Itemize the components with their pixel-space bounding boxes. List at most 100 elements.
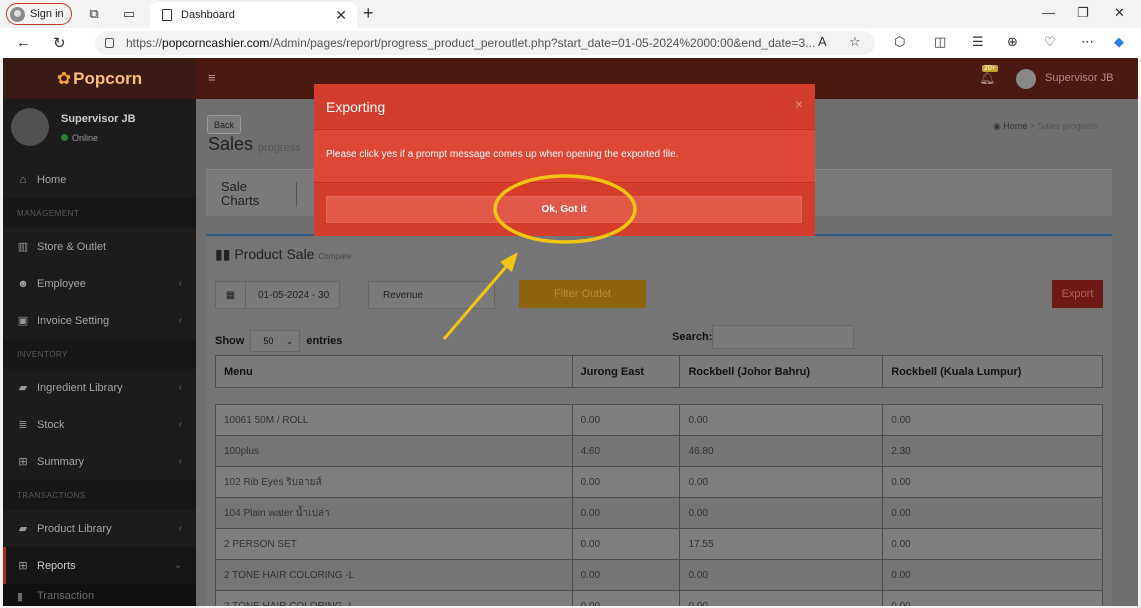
metric-select[interactable]: Revenue (368, 281, 495, 309)
favorite-star-icon[interactable]: ☆ (849, 34, 861, 50)
sidebar-item-label: Summary (37, 455, 85, 468)
collections-icon[interactable]: ⊕ (1007, 34, 1018, 50)
sidebar-subitem-transaction[interactable]: ▮ Transaction (3, 584, 196, 606)
table-cell: 10061 50M / ROLL (215, 404, 573, 436)
sidebar-item-label: Employee (37, 277, 86, 290)
close-icon[interactable]: × (795, 96, 803, 112)
entries-select[interactable]: 50 ⌄ (250, 330, 301, 352)
back-button[interactable]: Back (207, 115, 241, 134)
table-cell: 0.00 (679, 404, 884, 436)
breadcrumb-home[interactable]: Home (1003, 121, 1027, 131)
dashboard-icon: ◉ (993, 121, 1001, 131)
bar-chart-icon: ▮▮ (215, 246, 231, 262)
date-range-picker[interactable]: ▦ 01-05-2024 - 30 (215, 281, 340, 309)
user-status: Online (61, 133, 98, 143)
chevron-left-icon: ‹ (178, 456, 182, 467)
table-icon: ⊞ (18, 560, 28, 572)
user-avatar[interactable] (1016, 69, 1036, 89)
charts-divider (296, 182, 297, 207)
sidebar-item-invoice-setting[interactable]: ▣ Invoice Setting ‹ (3, 302, 196, 339)
more-menu-icon[interactable]: ⋯ (1081, 34, 1094, 50)
bell-icon[interactable]: 🔔︎ (979, 70, 996, 86)
user-menu[interactable]: Supervisor JB (1045, 72, 1113, 84)
minimize-icon[interactable]: — (1042, 5, 1055, 20)
product-sale-heading: Product Sale (234, 246, 315, 262)
card-icon: ▣ (17, 315, 29, 327)
ok-got-it-button[interactable]: Ok, Got it (326, 196, 802, 223)
table-cell: 46.80 (679, 435, 884, 467)
column-header-menu[interactable]: Menu (215, 355, 573, 388)
breadcrumb-separator: > (1029, 121, 1036, 131)
sidebar-item-product-library[interactable]: ▰ Product Library ‹ (3, 510, 196, 547)
refresh-icon[interactable]: ↻ (53, 34, 66, 52)
sidebar: ✿ Popcorn Supervisor JB Online ⌂ Home MAN… (3, 58, 196, 606)
table-row: 100plus 4.60 46.80 2.30 (215, 435, 1103, 467)
table-cell: 0.00 (882, 497, 1103, 529)
restore-icon[interactable]: ❐ (1077, 5, 1089, 21)
url-field[interactable]: https://popcorncashier.com/Admin/pages/r… (95, 31, 875, 55)
table-cell: 17.55 (679, 528, 884, 560)
tab-actions-icon[interactable]: ▭ (121, 6, 137, 22)
compare-link[interactable]: Compare (318, 252, 351, 261)
table-row: 2 TONE HAIR COLORING -L 0.00 0.00 0.00 (215, 590, 1103, 606)
new-tab-icon[interactable]: + (363, 3, 374, 24)
table-cell: 0.00 (882, 590, 1103, 606)
extensions-icon[interactable]: ⬡ (894, 34, 905, 50)
home-icon: ⌂ (19, 173, 27, 186)
copilot-icon[interactable]: ◆ (1114, 34, 1124, 50)
sidebar-header-management: MANAGEMENT (3, 198, 196, 228)
table-cell: 0.00 (571, 559, 681, 591)
search-input[interactable] (712, 325, 854, 349)
tab-dashboard[interactable]: Dashboard ✕ (150, 2, 357, 28)
sign-in-button[interactable]: Sign in (6, 3, 72, 25)
product-sale-panel: ▮▮ Product Sale Compare ▦ 01-05-2024 - 3… (206, 234, 1112, 606)
chevron-down-icon: ⌄ (173, 560, 182, 571)
table-cell: 0.00 (571, 404, 681, 436)
favorites-icon[interactable]: ☰ (972, 34, 984, 50)
workspaces-icon[interactable]: ⧉ (86, 6, 102, 22)
lock-icon (105, 38, 114, 48)
browser-essentials-icon[interactable]: ♡ (1044, 34, 1056, 50)
table-cell: 0.00 (882, 404, 1103, 436)
sidebar-item-label: Transaction (37, 590, 95, 602)
table-cell: 104 Plain water น้ำเปล่า (215, 497, 573, 529)
table-row: 102 Rib Eyes ริบอายส์ 0.00 0.00 0.00 (215, 466, 1103, 498)
notification-badge: 20+ (982, 65, 998, 72)
sidebar-item-reports[interactable]: ⊞ Reports ⌄ (3, 547, 196, 584)
sidebar-item-stock[interactable]: ≣ Stock ‹ (3, 406, 196, 443)
browser-tab-bar: Sign in ⧉ ▭ Dashboard ✕ + — ❐ ✕ (0, 0, 1141, 28)
table-cell: 0.00 (679, 559, 884, 591)
menu-toggle-icon[interactable]: ≡ (208, 70, 216, 85)
sidebar-item-home[interactable]: ⌂ Home (3, 161, 196, 198)
modal-body: Please click yes if a prompt message com… (314, 130, 815, 182)
breadcrumb-current: Sales progress (1037, 121, 1098, 131)
show-label: Show (215, 335, 245, 347)
export-button[interactable]: Export (1052, 280, 1103, 308)
table-cell: 2 PERSON SET (215, 528, 573, 560)
table-cell: 0.00 (679, 590, 884, 606)
table-cell: 2 TONE HAIR COLORING -L (215, 559, 573, 591)
sale-charts-tab[interactable]: Sale Charts (221, 180, 259, 208)
sidebar-item-label: Reports (37, 559, 76, 572)
close-window-icon[interactable]: ✕ (1114, 5, 1125, 21)
table-cell: 0.00 (679, 497, 884, 529)
logo[interactable]: ✿ Popcorn (3, 58, 196, 99)
table-cell: 0.00 (882, 466, 1103, 498)
read-aloud-icon[interactable]: A (818, 34, 827, 49)
split-screen-icon[interactable]: ◫ (934, 34, 946, 50)
filter-outlet-button[interactable]: Filter Outlet (519, 280, 646, 308)
exporting-modal: Exporting × Please click yes if a prompt… (314, 84, 815, 236)
sidebar-item-store-outlet[interactable]: ▥ Store & Outlet (3, 228, 196, 265)
column-header-rockbell-jb[interactable]: Rockbell (Johor Bahru) (679, 355, 884, 388)
table-row: 2 PERSON SET 0.00 17.55 0.00 (215, 528, 1103, 560)
sign-in-label: Sign in (30, 8, 64, 20)
users-icon: ☻ (17, 277, 29, 290)
column-header-rockbell-kl[interactable]: Rockbell (Kuala Lumpur) (882, 355, 1103, 388)
sidebar-item-ingredient-library[interactable]: ▰ Ingredient Library ‹ (3, 369, 196, 406)
column-header-jurong-east[interactable]: Jurong East (571, 355, 681, 388)
close-tab-icon[interactable]: ✕ (335, 7, 347, 24)
back-arrow-icon[interactable]: ← (16, 34, 31, 51)
date-range-value: 01-05-2024 - 30 (258, 289, 330, 301)
sidebar-item-summary[interactable]: ⊞ Summary ‹ (3, 443, 196, 480)
sidebar-item-employee[interactable]: ☻ Employee ‹ (3, 265, 196, 302)
